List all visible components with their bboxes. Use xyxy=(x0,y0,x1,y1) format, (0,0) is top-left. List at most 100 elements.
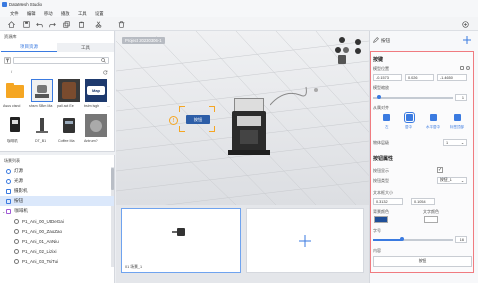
scale-slider[interactable] xyxy=(373,97,453,99)
asset-thumb[interactable] xyxy=(85,114,107,137)
scale-slider-knob[interactable] xyxy=(377,95,381,99)
asset-thumb[interactable] xyxy=(4,79,26,102)
scene-item-selected[interactable]: 按钮 xyxy=(0,196,114,206)
content-label: 内容 xyxy=(373,248,381,253)
menu-play[interactable]: 播放 xyxy=(61,11,70,17)
scene-item[interactable]: ⌄ 咖啡机 xyxy=(0,206,114,216)
layer-label: 物体层级 xyxy=(373,140,389,145)
scene-item[interactable]: P1_Ani_02_Lizixi xyxy=(0,246,114,256)
panel-divider[interactable] xyxy=(0,151,115,155)
size-width-input[interactable]: 0.3132 xyxy=(373,198,403,205)
scene-item-label: 光源 xyxy=(14,178,23,183)
chevron-down-icon: ⌄ xyxy=(460,141,464,145)
asset-thumb[interactable] xyxy=(58,79,80,102)
search-icon[interactable] xyxy=(101,58,106,63)
align-top-label: 标签顶部 xyxy=(450,125,464,129)
scene-item[interactable]: 光源 xyxy=(0,176,114,186)
redo-icon[interactable] xyxy=(47,19,57,29)
asset-label: pall act Ee xyxy=(57,104,74,108)
gear-icon xyxy=(14,228,19,234)
type-select[interactable]: 按钮_1 ⌄ xyxy=(437,177,467,184)
menu-settings[interactable]: 设置 xyxy=(95,11,104,17)
asset-thumb[interactable] xyxy=(4,114,26,137)
menu-move[interactable]: 移动 xyxy=(44,11,53,17)
scene-item-label: P1_Ani_02_Lizixi xyxy=(22,248,57,254)
font-size-slider-knob[interactable] xyxy=(400,237,404,241)
scene-item[interactable]: 摄影机 xyxy=(0,186,114,196)
scene-item[interactable]: P1_Ani_00_UtDeGai xyxy=(0,216,114,226)
filter-icon[interactable] xyxy=(4,57,11,64)
light-icon xyxy=(6,168,11,174)
asset-thumb[interactable]: Map xyxy=(85,79,107,102)
layer-value: 1 xyxy=(446,140,449,145)
position-y-input[interactable]: 0.026 xyxy=(405,74,434,81)
scene-item[interactable]: P1_Ani_01_AnNiu xyxy=(0,236,114,246)
text-color-label: 文字颜色 xyxy=(423,209,439,214)
asset-label: ... xyxy=(107,104,110,108)
toolbar xyxy=(0,17,478,31)
sphere xyxy=(314,88,318,92)
layer-select[interactable]: 1 ⌄ xyxy=(443,139,467,146)
menu-edit[interactable]: 编辑 xyxy=(27,11,36,17)
settings-icon[interactable] xyxy=(460,66,464,70)
tab-project-assets[interactable]: 项目资源 xyxy=(1,43,57,52)
scene-item[interactable]: P1_Ani_00_ZaoZao xyxy=(0,226,114,236)
paste-icon[interactable] xyxy=(76,19,86,29)
alignment-label: 从属对齐 xyxy=(373,105,389,110)
title-bar: DataMesh Studio xyxy=(0,0,478,9)
pan-icon[interactable] xyxy=(355,48,361,54)
add-icon[interactable] xyxy=(463,36,471,44)
copy-icon[interactable] xyxy=(61,19,71,29)
content-input[interactable]: 按钮 xyxy=(373,256,472,267)
edit-icon[interactable] xyxy=(373,37,379,43)
light-icon xyxy=(6,178,11,184)
link-icon[interactable] xyxy=(466,66,470,70)
scene-item[interactable]: 灯源 xyxy=(0,166,114,176)
scene-item-label: 摄影机 xyxy=(14,188,28,193)
warning-icon[interactable]: ! xyxy=(169,116,178,125)
font-size-input[interactable]: 16 xyxy=(455,236,467,243)
visible-checkbox[interactable]: ✓ xyxy=(437,167,443,173)
refresh-icon[interactable] xyxy=(103,70,108,75)
font-size-label: 字号 xyxy=(373,228,381,233)
asset-thumb[interactable] xyxy=(58,114,80,137)
asset-thumb[interactable] xyxy=(31,79,53,102)
position-x-input[interactable]: -0.1573 xyxy=(373,74,402,81)
scene-button[interactable]: 按钮 xyxy=(186,115,210,124)
scene-item-label: 按钮 xyxy=(14,198,23,203)
cut-icon[interactable] xyxy=(93,19,103,29)
asset-search-input[interactable] xyxy=(13,57,109,64)
position-z-input[interactable]: -1.4650 xyxy=(437,74,467,81)
save-icon[interactable] xyxy=(21,19,31,29)
background-color-label: 背景颜色 xyxy=(373,209,389,214)
zoom-icon[interactable] xyxy=(355,39,361,45)
align-left-button[interactable] xyxy=(383,114,390,121)
scene-item[interactable]: P1_Ani_03_TsiTui xyxy=(0,256,114,266)
home-icon[interactable] xyxy=(6,19,16,29)
scene-slot[interactable] xyxy=(121,208,241,273)
asset-label: bslm lsgh xyxy=(84,104,100,108)
scale-input[interactable]: 1 xyxy=(455,94,467,101)
text-color-swatch[interactable] xyxy=(424,216,438,223)
align-top-button[interactable] xyxy=(454,114,461,121)
asset-label: shsm SBm Ma xyxy=(29,104,53,108)
background-color-swatch[interactable] xyxy=(374,216,388,223)
asset-thumb[interactable] xyxy=(31,114,53,137)
align-center-button[interactable] xyxy=(404,112,415,123)
coffee-machine-model[interactable] xyxy=(228,98,270,156)
align-hcenter-button[interactable] xyxy=(430,114,437,121)
align-hcenter-label: 水平居中 xyxy=(426,125,440,129)
scene-item-label: P1_Ani_00_ZaoZao xyxy=(22,228,63,234)
view-gizmo[interactable] xyxy=(335,37,349,73)
delete-icon[interactable] xyxy=(116,19,126,29)
menu-file[interactable]: 文件 xyxy=(10,11,19,17)
undo-icon[interactable] xyxy=(34,19,44,29)
chevron-down-icon[interactable]: ⌄ xyxy=(2,209,5,214)
tab-tools[interactable]: 工具 xyxy=(57,43,114,52)
size-height-input[interactable]: 0.1054 xyxy=(411,198,435,205)
font-size-slider[interactable] xyxy=(373,239,453,241)
right-header-label: 按钮 xyxy=(381,38,390,43)
add-scene-slot[interactable] xyxy=(246,208,364,273)
add-circle-icon[interactable] xyxy=(460,19,470,29)
menu-tools[interactable]: 工具 xyxy=(78,11,87,17)
